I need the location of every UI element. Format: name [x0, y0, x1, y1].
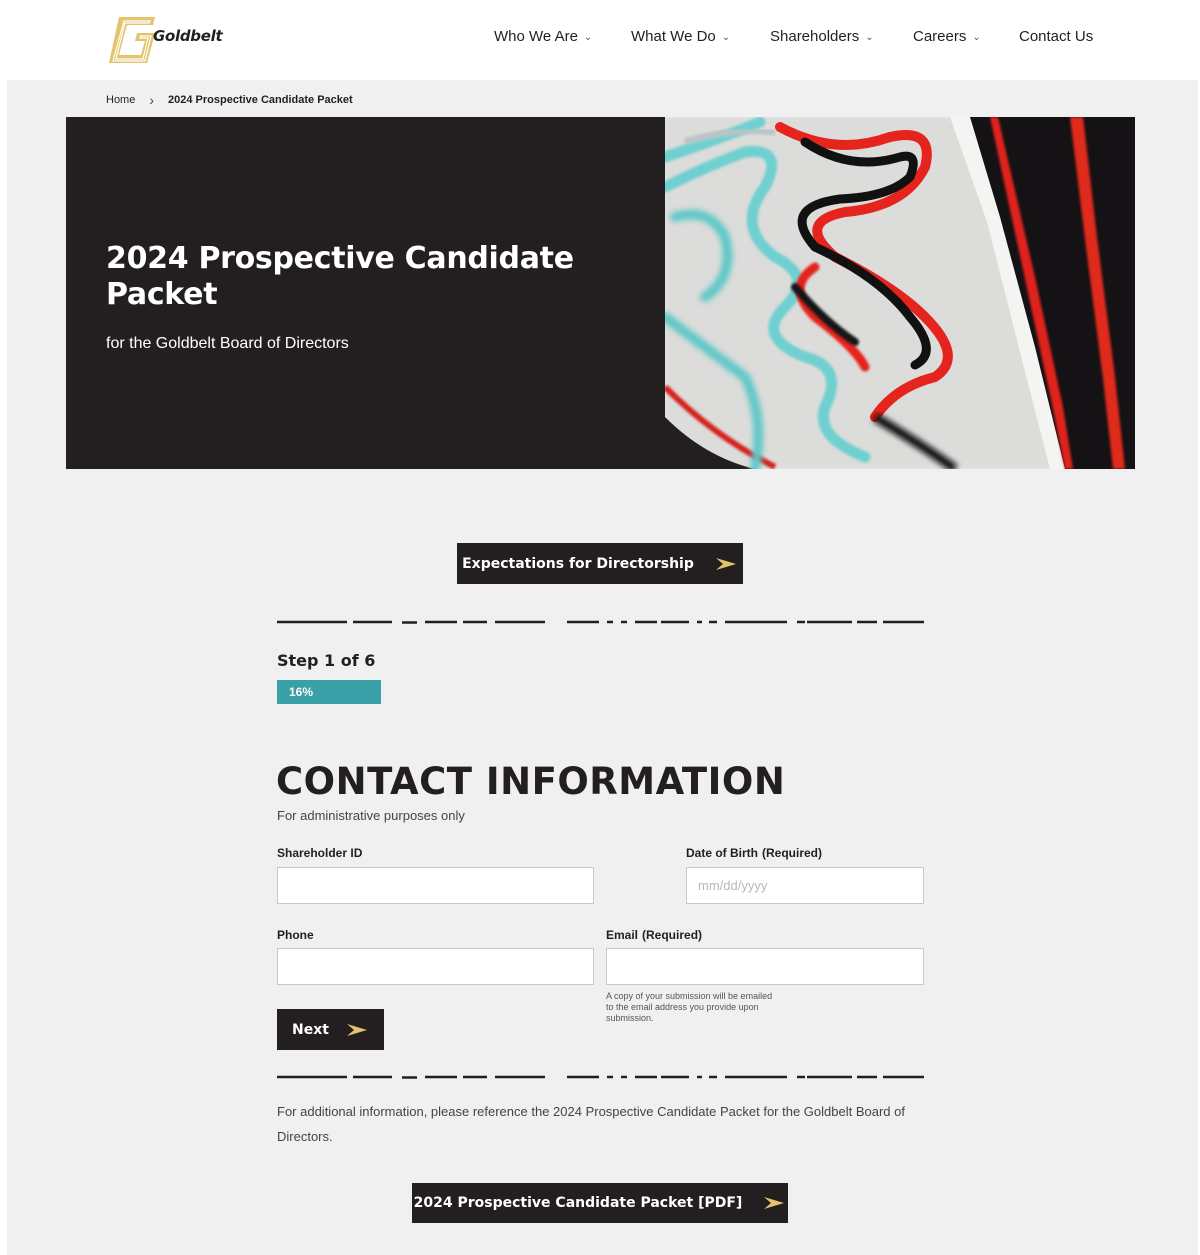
nav-contact-us[interactable]: Contact Us [1019, 28, 1093, 45]
hero-banner: 2024 Prospective Candidate Packet for th… [66, 117, 1135, 469]
button-label: Next [292, 1021, 329, 1038]
nav-careers[interactable]: Careers ⌄ [913, 28, 981, 45]
arrow-right-icon [346, 1023, 367, 1036]
breadcrumb-home[interactable]: Home [106, 94, 135, 106]
nav-label: Who We Are [494, 27, 578, 45]
site-header: Goldbelt Who We Are ⌄ What We Do ⌄ Share… [0, 0, 1200, 80]
nav-label: Careers [913, 27, 967, 45]
additional-info-text: For additional information, please refer… [277, 1104, 905, 1144]
email-label: Email (Required) [606, 928, 702, 942]
button-label: Expectations for Directorship [462, 555, 694, 572]
decorative-divider [277, 1075, 924, 1079]
beadwork-photo [665, 117, 1135, 469]
breadcrumb-current: 2024 Prospective Candidate Packet [168, 94, 353, 106]
candidate-packet-pdf-button[interactable]: 2024 Prospective Candidate Packet [PDF] [412, 1183, 788, 1223]
email-helper-text: A copy of your submission will be emaile… [606, 991, 773, 1023]
logo-wordmark: Goldbelt [153, 27, 223, 45]
shareholder-id-input[interactable] [277, 867, 594, 904]
decorative-divider [277, 620, 924, 624]
progress-percent: 16% [289, 685, 314, 699]
arrow-right-icon [764, 1197, 785, 1209]
page-title: 2024 Prospective Candidate Packet [106, 241, 574, 312]
email-input[interactable] [606, 948, 924, 985]
nav-what-we-do[interactable]: What We Do ⌄ [631, 28, 730, 45]
label-text: Phone [277, 928, 314, 942]
nav-label: Contact Us [1019, 27, 1094, 45]
label-text: Email [606, 928, 639, 942]
goldbelt-logo[interactable]: Goldbelt [105, 8, 235, 66]
nav-label: What We Do [631, 27, 716, 45]
phone-label: Phone [277, 928, 314, 942]
section-title: CONTACT INFORMATION [276, 760, 786, 803]
breadcrumb: Home › 2024 Prospective Candidate Packet [106, 92, 353, 108]
step-indicator: Step 1 of 6 [277, 651, 376, 670]
next-button[interactable]: Next [277, 1009, 384, 1050]
chevron-down-icon: ⌄ [865, 31, 874, 43]
goldbelt-logo-icon [109, 17, 155, 63]
section-subtitle: For administrative purposes only [277, 808, 465, 823]
dob-label: Date of Birth (Required) [686, 846, 822, 860]
page-subtitle: for the Goldbelt Board of Directors [106, 335, 349, 352]
chevron-down-icon: ⌄ [721, 31, 731, 43]
required-marker: (Required) [762, 846, 822, 860]
nav-shareholders[interactable]: Shareholders ⌄ [770, 28, 874, 45]
chevron-right-icon: › [149, 92, 155, 108]
progress-fill: 16% [277, 680, 381, 704]
phone-input[interactable] [277, 948, 594, 985]
shareholder-id-label: Shareholder ID [277, 846, 362, 860]
button-label: 2024 Prospective Candidate Packet [PDF] [413, 1195, 743, 1211]
chevron-down-icon: ⌄ [583, 31, 593, 43]
nav-label: Shareholders [770, 27, 860, 45]
expectations-directorship-button[interactable]: Expectations for Directorship [457, 543, 743, 584]
dob-input[interactable] [686, 867, 924, 904]
arrow-right-icon [715, 557, 736, 570]
label-text: Shareholder ID [277, 846, 363, 860]
required-marker: (Required) [642, 928, 703, 942]
label-text: Date of Birth [686, 846, 758, 860]
chevron-down-icon: ⌄ [972, 31, 981, 43]
nav-who-we-are[interactable]: Who We Are ⌄ [494, 28, 592, 45]
progress-bar: 16% [277, 680, 924, 704]
